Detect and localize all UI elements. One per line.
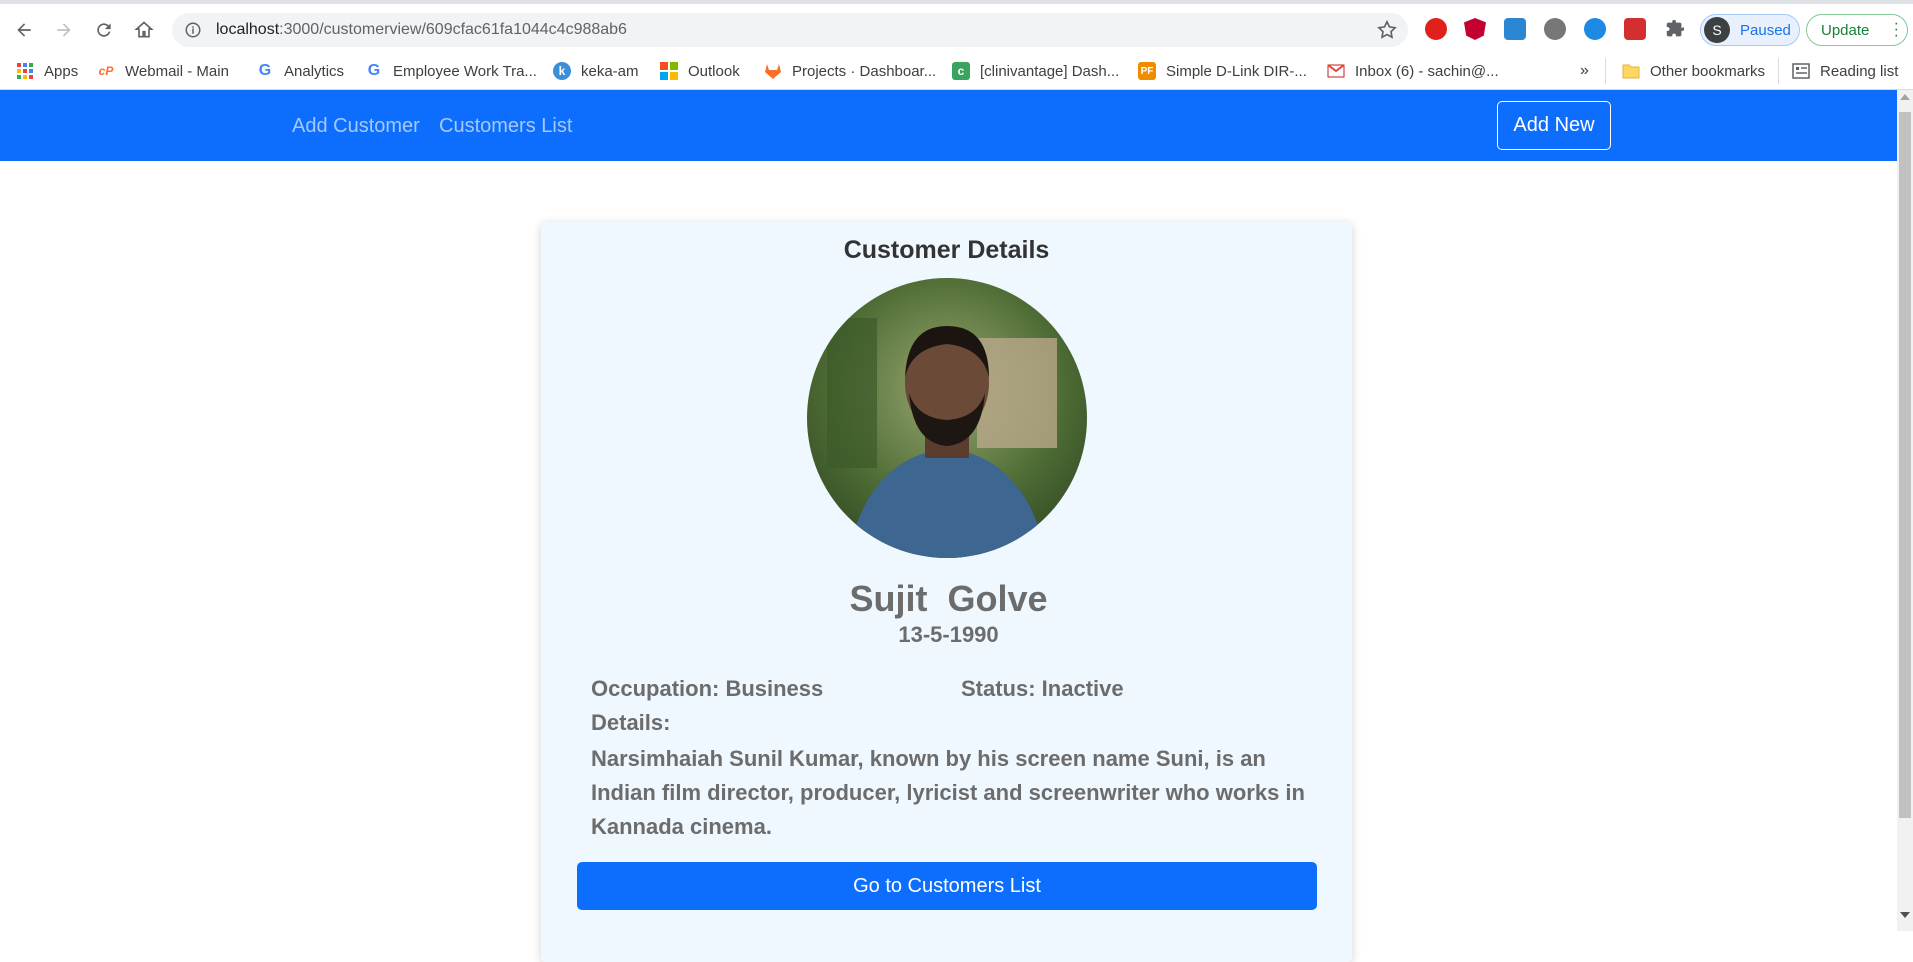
top-navbar: Add Customer Customers List Add New: [0, 90, 1897, 161]
apps-grid-icon: [16, 62, 34, 80]
app-extension-icon[interactable]: [1504, 18, 1526, 40]
gitlab-icon: [764, 62, 782, 80]
home-icon[interactable]: [130, 16, 158, 44]
customer-name: Sujit Golve: [849, 578, 1048, 619]
status-field: Status: Inactive: [961, 676, 1124, 701]
reload-icon[interactable]: [90, 16, 118, 44]
scroll-down-arrow-icon[interactable]: [1900, 912, 1910, 918]
address-bar[interactable]: localhost:3000/customerview/609cfac61fa1…: [172, 13, 1408, 47]
bookmark-employee-work[interactable]: G Employee Work Tra...: [365, 58, 537, 84]
update-button[interactable]: Update · · ·: [1806, 14, 1908, 46]
nav-link-add-customer[interactable]: Add Customer: [292, 115, 420, 138]
customer-photo: [807, 278, 1087, 558]
reading-list-icon: [1792, 62, 1810, 80]
bookmark-star-icon[interactable]: [1376, 19, 1398, 41]
puzzle-extensions-icon[interactable]: [1664, 18, 1686, 40]
details-text: Narsimhaiah Sunil Kumar, known by his sc…: [591, 746, 1305, 839]
profile-status: Paused: [1740, 21, 1791, 39]
bookmark-other-bookmarks[interactable]: Other bookmarks: [1622, 58, 1765, 84]
angular-extension-icon[interactable]: [1464, 18, 1486, 40]
profile-button[interactable]: S Paused: [1700, 14, 1800, 46]
bookmarks-divider: [1778, 58, 1779, 84]
back-icon[interactable]: [10, 16, 38, 44]
more-bookmarks-chevron-icon[interactable]: »: [1580, 58, 1589, 84]
scrollbar-thumb[interactable]: [1899, 112, 1911, 818]
globe-extension-icon[interactable]: [1584, 18, 1606, 40]
clinivantage-icon: c: [952, 62, 970, 80]
bookmark-inbox[interactable]: Inbox (6) - sachin@...: [1327, 58, 1499, 84]
pf-icon: PF: [1138, 62, 1156, 80]
occupation-field: Occupation: Business: [591, 676, 824, 701]
bookmark-webmail[interactable]: cP Webmail - Main: [97, 58, 229, 84]
scroll-up-arrow-icon[interactable]: [1900, 94, 1910, 100]
url-text[interactable]: localhost:3000/customerview/609cfac61fa1…: [216, 21, 627, 39]
details-label: Details:: [591, 710, 671, 735]
bookmark-keka[interactable]: k keka-am: [553, 58, 639, 84]
microsoft-icon: [660, 62, 678, 80]
nav-link-customers-list[interactable]: Customers List: [439, 115, 572, 138]
bookmark-apps[interactable]: Apps: [16, 58, 78, 84]
go-to-customers-list-button[interactable]: Go to Customers List: [577, 862, 1317, 910]
add-new-button[interactable]: Add New: [1497, 101, 1611, 150]
reading-list-button[interactable]: Reading list: [1792, 58, 1898, 84]
bookmark-clinivantage[interactable]: c [clinivantage] Dash...: [952, 58, 1119, 84]
redux-extension-icon[interactable]: [1624, 18, 1646, 40]
folder-icon: [1622, 62, 1640, 80]
bookmarks-divider: [1605, 58, 1606, 84]
bookmarks-bar: Apps cP Webmail - Main G Analytics G Emp…: [0, 52, 1913, 90]
kebab-menu-icon[interactable]: · · ·: [1894, 16, 1899, 44]
bookmark-analytics[interactable]: G Analytics: [256, 58, 344, 84]
bookmark-outlook[interactable]: Outlook: [660, 58, 740, 84]
bookmark-projects[interactable]: Projects · Dashboar...: [764, 58, 936, 84]
card-title: Customer Details: [843, 236, 1050, 264]
keka-icon: k: [553, 62, 571, 80]
forward-icon[interactable]: [50, 16, 78, 44]
circle-extension-icon[interactable]: [1544, 18, 1566, 40]
gmail-icon: [1327, 62, 1345, 80]
site-info-icon[interactable]: [184, 21, 202, 39]
google-icon: G: [258, 62, 272, 79]
google-icon: G: [367, 62, 381, 79]
customer-dob: 13-5-1990: [898, 622, 999, 647]
bookmark-dlink[interactable]: PF Simple D-Link DIR-...: [1138, 58, 1307, 84]
adblock-extension-icon[interactable]: [1425, 18, 1447, 40]
cpanel-icon: cP: [98, 64, 114, 78]
browser-toolbar: localhost:3000/customerview/609cfac61fa1…: [0, 0, 1913, 52]
avatar: S: [1704, 17, 1730, 43]
